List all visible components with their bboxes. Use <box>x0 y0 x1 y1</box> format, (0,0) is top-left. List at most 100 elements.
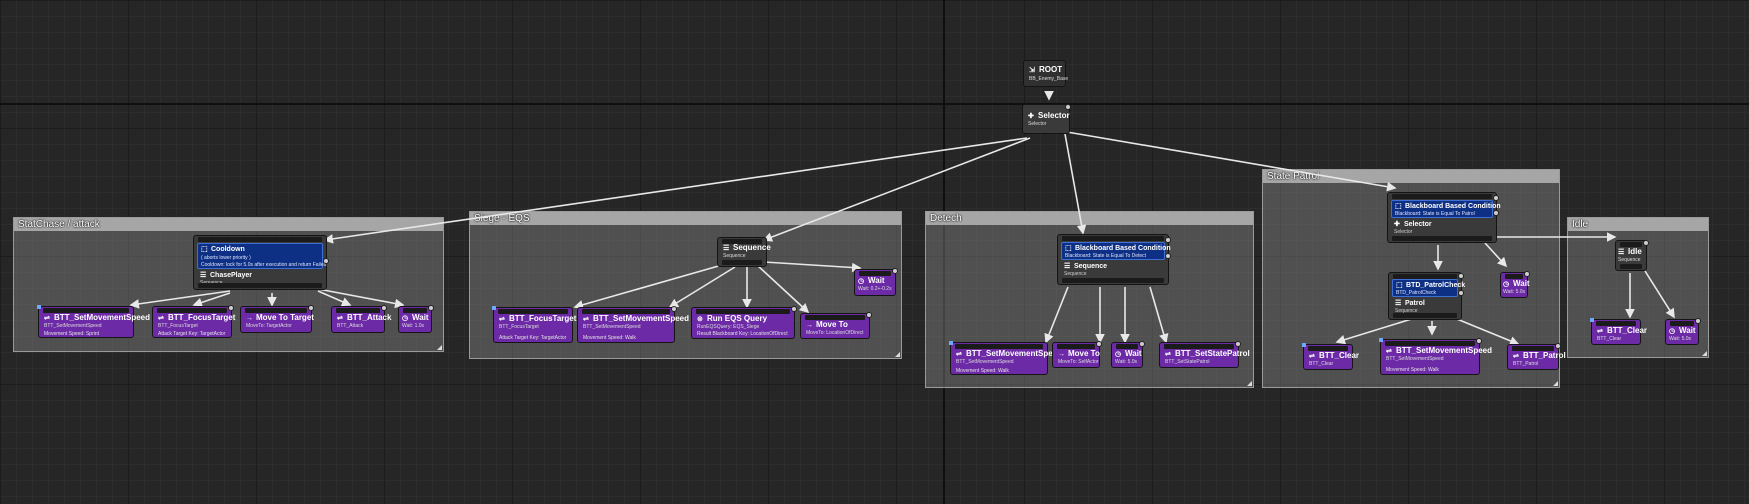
node-title: Wait <box>412 313 429 322</box>
breakpoint-dot[interactable] <box>1065 104 1071 110</box>
input-pin[interactable] <box>1392 194 1492 199</box>
task-node[interactable]: ⇌ BTT_Clear BTT_Clear <box>1590 318 1647 345</box>
node-title: Wait <box>1513 279 1530 288</box>
breakpoint-dot[interactable] <box>1235 341 1241 347</box>
sequence-icon: ☰ <box>1395 300 1402 307</box>
node-title: Move To <box>1068 349 1100 358</box>
task-node[interactable]: ⇌ BTT_FocusTarget BTT_FocusTarget Attack … <box>492 306 576 343</box>
output-pin[interactable] <box>1392 236 1492 241</box>
detect-sequence-node[interactable]: ⬚ Blackboard Based Condition Blackboard: … <box>1057 234 1171 285</box>
node-title: BTT_SetMovementSpeed <box>1396 346 1493 355</box>
node-title: BTT_FocusTarget <box>168 313 236 322</box>
breakpoint-dot[interactable] <box>323 258 329 264</box>
decorator-line: Blackboard: State is Equal To Detect <box>1065 253 1147 259</box>
output-pin[interactable] <box>722 260 762 265</box>
resize-handle[interactable] <box>1553 381 1558 386</box>
sequence-icon: ☰ <box>200 272 207 279</box>
root-node[interactable]: ⇲ ROOT BB_Enemy_Base <box>1023 60 1068 87</box>
cooldown-decorator[interactable]: ⬚ Cooldown ( aborts lower priority ) Cool… <box>197 243 326 269</box>
graph-axis-horizontal <box>0 103 1749 105</box>
node-subtitle: RunEQSQuery: EQS_Siege <box>697 324 760 330</box>
wait-node[interactable]: ◷ Wait Wait: 5.0s <box>1665 318 1701 345</box>
breakpoint-dot[interactable] <box>1476 338 1482 344</box>
input-pin[interactable] <box>198 237 322 242</box>
output-pin[interactable] <box>1620 264 1642 269</box>
comment-title[interactable]: Siege - EQS <box>470 212 901 225</box>
patrol-check-decorator[interactable]: ⬚ BTD_PatrolCheck BTD_PatrolCheck <box>1392 279 1465 297</box>
breakpoint-dot[interactable] <box>1493 210 1499 216</box>
node-subtitle: BTT_Clear <box>1597 336 1622 342</box>
node-subtitle: Wait: 5.0s <box>1115 359 1138 365</box>
breakpoint-dot[interactable] <box>892 268 898 274</box>
chase-player-node[interactable]: ⬚ Cooldown ( aborts lower priority ) Cool… <box>193 235 329 290</box>
task-node[interactable]: ⇌ BTT_SetStatePatrol BTT_SetStatePatrol <box>1159 341 1250 368</box>
node-subtitle: Wait: 5.0s <box>1669 336 1692 342</box>
node-subtitle: BTT_FocusTarget <box>499 324 539 330</box>
breakpoint-dot[interactable] <box>381 305 387 311</box>
wait-node[interactable]: ◷ Wait Wait: 5.0s <box>1500 271 1530 298</box>
task-icon: ⇌ <box>1513 353 1519 360</box>
breakpoint-dot[interactable] <box>1139 341 1145 347</box>
resize-handle[interactable] <box>437 345 442 350</box>
breakpoint-dot[interactable] <box>1458 273 1464 279</box>
task-node[interactable]: → Move To MoveTo: SelfActor <box>1052 341 1102 368</box>
input-pin[interactable] <box>1062 236 1164 241</box>
comment-title[interactable]: Idle <box>1568 218 1708 231</box>
task-node[interactable]: ◷ Wait Wait: 1.0s <box>398 305 434 333</box>
node-description: Movement Speed: Sprint <box>44 331 100 337</box>
node-title: BTT_Clear <box>1319 351 1360 360</box>
comment-title[interactable]: StatChase / attack <box>14 218 443 231</box>
task-node[interactable]: ◷ Wait Wait: 5.0s <box>1111 341 1145 368</box>
breakpoint-dot[interactable] <box>1493 195 1499 201</box>
selector-node[interactable]: ✚ Selector Selector <box>1022 104 1071 134</box>
breakpoint-dot[interactable] <box>308 305 314 311</box>
arrow-right-icon: → <box>246 315 253 322</box>
task-node[interactable]: ⇌ BTT_SetMovementSpeed BTT_SetMovementSpe… <box>37 305 150 338</box>
breakpoint-dot[interactable] <box>1165 253 1171 259</box>
breakpoint-dot[interactable] <box>428 305 434 311</box>
breakpoint-dot[interactable] <box>791 306 797 312</box>
wait-node[interactable]: ◷ Wait Wait: 0.2+-0.2s <box>854 268 898 296</box>
node-title: BTT_Clear <box>1607 326 1648 335</box>
idle-sequence-node[interactable]: ☰ Idle Sequence <box>1615 240 1649 271</box>
siege-sequence-node[interactable]: ☰ Sequence Sequence <box>717 237 771 267</box>
comment-title[interactable]: Detech <box>926 212 1253 225</box>
patrol-selector-node[interactable]: ⬚ Blackboard Based Condition Blackboard: … <box>1387 192 1501 243</box>
eqs-query-node[interactable]: ⊚ Run EQS Query RunEQSQuery: EQS_Siege Re… <box>691 306 797 339</box>
breakpoint-dot[interactable] <box>1643 240 1649 246</box>
output-pin[interactable] <box>1393 313 1457 318</box>
selection-marker <box>1590 318 1594 322</box>
task-node[interactable]: ⇌ BTT_SetMovementSpeed BTT_SetMovementSpe… <box>577 306 689 343</box>
task-node[interactable]: → Move To MoveTo: LocationOfDirect <box>800 312 872 339</box>
blackboard-decorator[interactable]: ⬚ Blackboard Based Condition Blackboard: … <box>1391 200 1501 218</box>
patrol-sequence-node[interactable]: ⬚ BTD_PatrolCheck BTD_PatrolCheck ☰ Patrol… <box>1388 272 1465 320</box>
resize-handle[interactable] <box>1702 351 1707 356</box>
breakpoint-dot[interactable] <box>1165 237 1171 243</box>
task-node[interactable]: ⇌ BTT_Attack BTT_Attack <box>331 305 391 333</box>
clock-icon: ◷ <box>1503 281 1510 288</box>
output-pin[interactable] <box>198 283 322 288</box>
task-node[interactable]: ⇌ BTT_Patrol BTT_Patrol <box>1507 343 1566 370</box>
breakpoint-dot[interactable] <box>671 306 677 312</box>
breakpoint-dot[interactable] <box>866 312 872 318</box>
task-node[interactable]: → Move To Target MoveTo: TargetActor <box>240 305 314 333</box>
task-node[interactable]: ⇌ BTT_SetMovementSpeed BTT_SetMovementSpe… <box>1379 338 1492 375</box>
node-title: Run EQS Query <box>707 314 768 323</box>
node-description: Movement Speed: Walk <box>1386 367 1439 373</box>
resize-handle[interactable] <box>1247 381 1252 386</box>
breakpoint-dot[interactable] <box>228 305 234 311</box>
task-node[interactable]: ⇌ BTT_SetMovementSpeed BTT_SetMovementSpe… <box>949 341 1062 375</box>
decorator-line: Blackboard: State is Equal To Patrol <box>1395 211 1475 217</box>
breakpoint-dot[interactable] <box>1524 271 1530 277</box>
task-node[interactable]: ⇌ BTT_FocusTarget BTT_FocusTarget Attack … <box>152 305 236 338</box>
blackboard-decorator[interactable]: ⬚ Blackboard Based Condition Blackboard: … <box>1061 242 1171 260</box>
task-icon: ⇌ <box>956 351 962 358</box>
breakpoint-dot[interactable] <box>1695 318 1701 324</box>
breakpoint-dot[interactable] <box>1458 290 1464 296</box>
task-node[interactable]: ⇌ BTT_Clear BTT_Clear <box>1302 343 1359 370</box>
breakpoint-dot[interactable] <box>1555 343 1561 349</box>
breakpoint-dot[interactable] <box>1096 341 1102 347</box>
resize-handle[interactable] <box>895 352 900 357</box>
comment-title[interactable]: State Patrol <box>1263 170 1559 183</box>
output-pin[interactable] <box>1062 278 1164 283</box>
